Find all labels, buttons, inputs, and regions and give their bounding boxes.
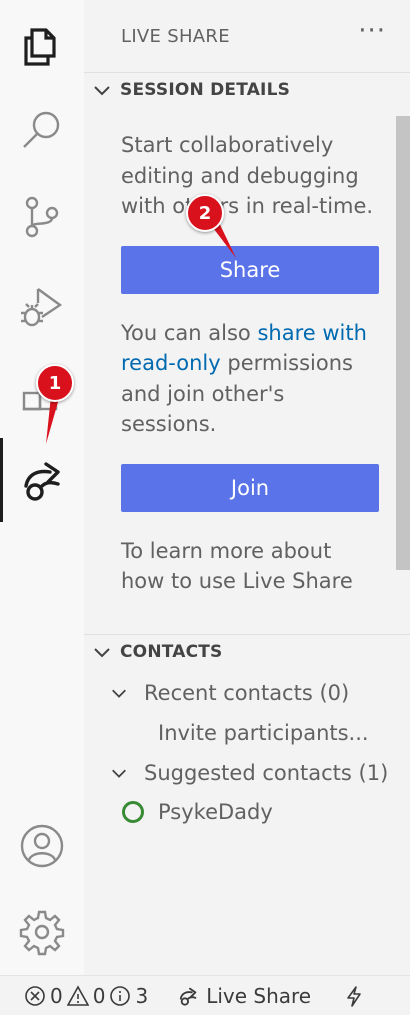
search-icon xyxy=(23,111,60,148)
chevron-down-icon xyxy=(94,85,110,95)
account-button[interactable] xyxy=(0,804,84,888)
contacts-title: CONTACTS xyxy=(120,641,223,662)
more-actions-icon[interactable]: ··· xyxy=(358,18,386,44)
session-details-body: Start collaboratively editing and debugg… xyxy=(84,106,410,634)
session-details-header[interactable]: SESSION DETAILS xyxy=(84,72,410,106)
problems-status[interactable]: 0 0 3 xyxy=(24,984,148,1008)
suggested-contacts-group[interactable]: Suggested contacts (1) xyxy=(84,753,410,793)
session-details-title: SESSION DETAILS xyxy=(120,79,291,100)
share-button[interactable]: Share xyxy=(121,245,379,294)
live-share-icon xyxy=(180,987,197,1006)
source-control-button[interactable] xyxy=(0,175,84,259)
account-icon xyxy=(20,824,64,868)
lightning-icon xyxy=(347,985,361,1007)
explorer-button[interactable] xyxy=(0,4,84,88)
learn-more-text: To learn more about how to use Live Shar… xyxy=(121,538,353,594)
share-readonly-prefix: You can also xyxy=(121,320,258,345)
chevron-down-icon xyxy=(112,689,126,698)
annotation-badge-2: 2 xyxy=(186,194,224,232)
activity-bar xyxy=(0,0,84,975)
invite-participants-label: Invite participants... xyxy=(158,721,369,745)
join-button[interactable]: Join xyxy=(121,463,379,512)
notifications-status[interactable] xyxy=(343,985,365,1007)
source-control-icon xyxy=(25,196,59,238)
invite-participants-item[interactable]: Invite participants... xyxy=(84,713,410,753)
error-count: 0 xyxy=(50,983,63,1008)
live-share-button[interactable] xyxy=(0,438,84,522)
sidebar-title: LIVE SHARE xyxy=(121,25,230,47)
info-count: 3 xyxy=(135,983,149,1008)
recent-contacts-group[interactable]: Recent contacts (0) xyxy=(84,673,410,713)
run-debug-icon xyxy=(21,288,63,327)
chevron-down-icon xyxy=(94,647,110,657)
recent-contacts-label: Recent contacts (0) xyxy=(144,681,350,705)
files-icon xyxy=(24,28,56,66)
session-intro-text: Start collaboratively editing and debugg… xyxy=(121,133,374,218)
contacts-header[interactable]: CONTACTS xyxy=(84,634,410,668)
error-icon xyxy=(25,985,45,1006)
annotation-badge-1: 1 xyxy=(36,364,74,402)
live-share-icon xyxy=(23,462,60,501)
search-button[interactable] xyxy=(0,88,84,172)
presence-status-icon xyxy=(122,801,144,823)
share-readonly-text: You can also share with read-only permis… xyxy=(121,318,378,440)
sidebar-header: LIVE SHARE ··· xyxy=(84,0,410,72)
run-debug-button[interactable] xyxy=(0,265,84,349)
info-icon xyxy=(110,985,131,1006)
chevron-down-icon xyxy=(112,769,126,778)
live-share-status-label: Live Share xyxy=(206,983,312,1008)
suggested-contacts-label: Suggested contacts (1) xyxy=(144,761,389,785)
contact-item[interactable]: PsykeDady xyxy=(84,792,410,832)
status-bar: 0 0 3 Live Share xyxy=(0,975,410,1015)
contact-name: PsykeDady xyxy=(158,800,273,824)
warning-icon xyxy=(66,984,89,1006)
live-share-sidebar: LIVE SHARE ··· SESSION DETAILS Start col… xyxy=(84,0,410,975)
settings-gear-icon xyxy=(19,910,65,956)
warning-count: 0 xyxy=(92,983,106,1008)
settings-button[interactable] xyxy=(0,890,84,974)
live-share-status[interactable]: Live Share xyxy=(178,984,311,1008)
session-details-scrollbar[interactable] xyxy=(396,116,410,570)
